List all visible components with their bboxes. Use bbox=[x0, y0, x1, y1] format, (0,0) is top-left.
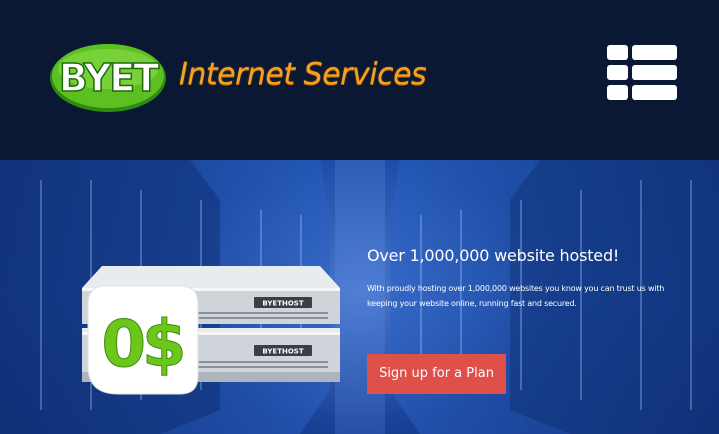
byet-logo-mark: BYET bbox=[50, 44, 166, 112]
hero-description: With proudly hosting over 1,000,000 webs… bbox=[367, 284, 665, 308]
logo-tagline: Internet Services bbox=[179, 57, 427, 92]
menu-button[interactable] bbox=[607, 45, 677, 100]
server-illustration: BYETHOST BYETHOST 0$ bbox=[82, 266, 340, 395]
server-label-bottom: BYETHOST bbox=[262, 348, 303, 356]
site-logo[interactable]: BYET Internet Services bbox=[47, 39, 442, 119]
site-header: BYET Internet Services bbox=[0, 0, 719, 160]
logo-brand-text: BYET bbox=[59, 56, 159, 100]
server-label-top: BYETHOST bbox=[262, 300, 303, 308]
hamburger-list-icon bbox=[607, 45, 677, 100]
price-badge: 0$ bbox=[101, 308, 183, 382]
hero-title: Over 1,000,000 website hosted! bbox=[367, 246, 620, 265]
signup-plan-button[interactable]: Sign up for a Plan bbox=[367, 354, 506, 394]
